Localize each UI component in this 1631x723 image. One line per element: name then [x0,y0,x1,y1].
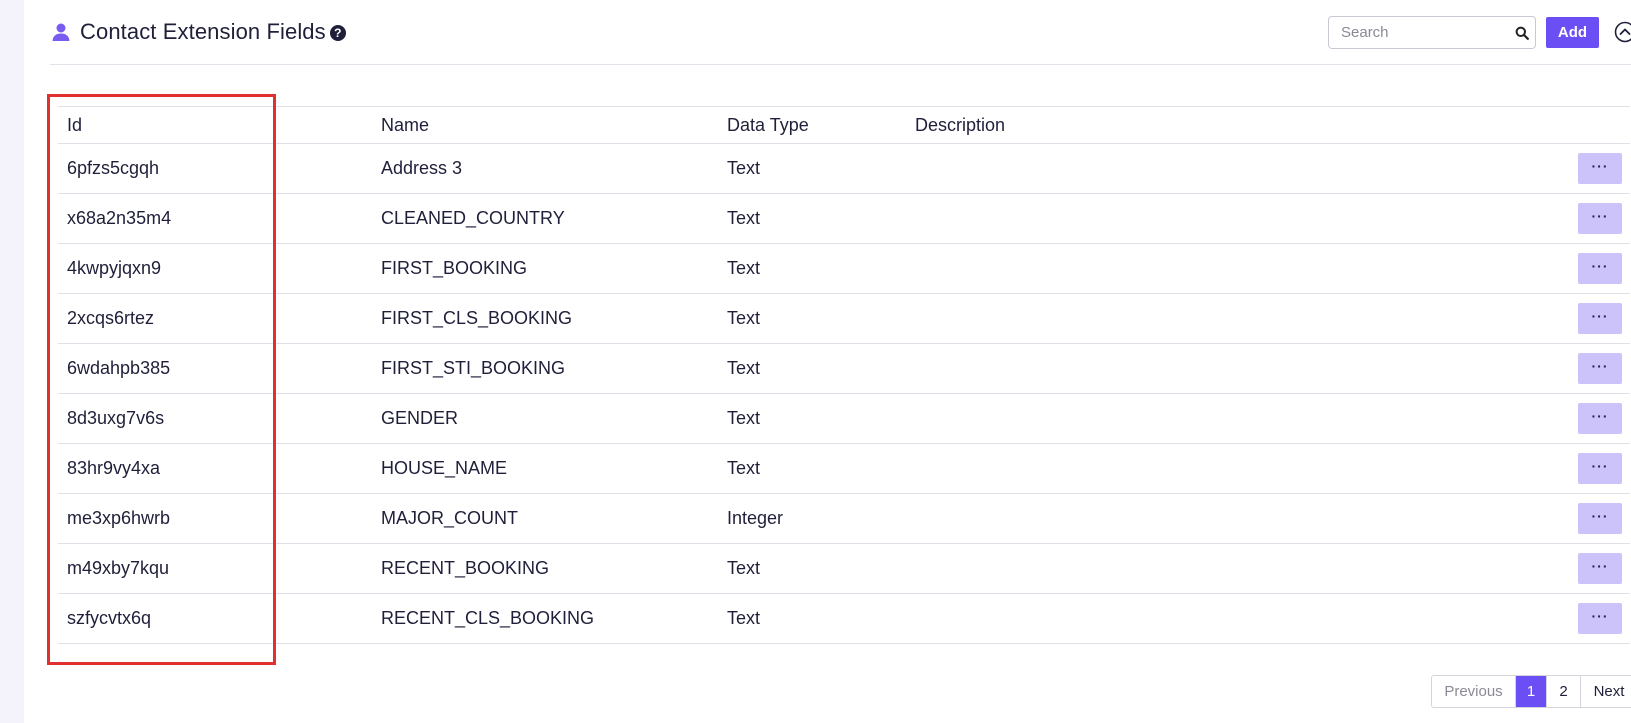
column-header-name[interactable]: Name [381,107,429,143]
fields-table: Id Name Data Type Description 6pfzs5cgqh… [58,106,1630,644]
search-icon[interactable] [1515,26,1529,40]
row-id: szfycvtx6q [67,608,152,628]
column-header-id[interactable]: Id [67,107,82,143]
add-button[interactable]: Add [1546,17,1599,48]
search-input[interactable] [1329,23,1513,42]
row-actions-button[interactable]: ··· [1578,253,1622,284]
row-name: FIRST_BOOKING [381,258,528,278]
table-row: 6wdahpb385 FIRST_STI_BOOKING Text ··· [58,344,1630,394]
page-button-1[interactable]: 1 [1516,676,1547,707]
row-data-type: Text [727,608,761,628]
row-data-type: Text [727,408,761,428]
row-id: 6wdahpb385 [67,358,171,378]
table-row: 8d3uxg7v6s GENDER Text ··· [58,394,1630,444]
row-data-type: Integer [727,508,784,528]
row-id: x68a2n35m4 [67,208,172,228]
row-name: CLEANED_COUNTRY [381,208,565,228]
table-row: x68a2n35m4 CLEANED_COUNTRY Text ··· [58,194,1630,244]
row-actions-button[interactable]: ··· [1578,603,1622,634]
row-data-type: Text [727,558,761,578]
page-title: Contact Extension Fields [80,19,326,44]
page-button-2[interactable]: 2 [1547,676,1581,707]
table-row: 6pfzs5cgqh Address 3 Text ··· [58,144,1630,194]
column-header-description[interactable]: Description [915,107,1005,143]
row-data-type: Text [727,358,761,378]
table-row: 2xcqs6rtez FIRST_CLS_BOOKING Text ··· [58,294,1630,344]
pagination: Previous 1 2 Next [1431,675,1631,708]
row-name: Address 3 [381,158,463,178]
row-id: 8d3uxg7v6s [67,408,165,428]
row-actions-button[interactable]: ··· [1578,453,1622,484]
next-page-button[interactable]: Next [1581,676,1631,707]
row-actions-button[interactable]: ··· [1578,153,1622,184]
previous-page-button[interactable]: Previous [1432,676,1516,707]
row-id: 83hr9vy4xa [67,458,161,478]
row-actions-button[interactable]: ··· [1578,353,1622,384]
row-name: FIRST_CLS_BOOKING [381,308,573,328]
row-data-type: Text [727,258,761,278]
chevron-up-circle-icon[interactable] [1614,21,1631,43]
table-row: 83hr9vy4xa HOUSE_NAME Text ··· [58,444,1630,494]
row-actions-button[interactable]: ··· [1578,503,1622,534]
row-name: RECENT_BOOKING [381,558,550,578]
row-id: 6pfzs5cgqh [67,158,160,178]
row-name: GENDER [381,408,459,428]
table-header-row: Id Name Data Type Description [58,106,1630,144]
panel-header: Contact Extension Fields ? [50,14,346,50]
column-header-data-type[interactable]: Data Type [727,107,809,143]
row-name: FIRST_STI_BOOKING [381,358,566,378]
contact-extension-fields-panel: Contact Extension Fields ? Add Id Name D… [0,0,1631,723]
row-actions-button[interactable]: ··· [1578,203,1622,234]
table-row: szfycvtx6q RECENT_CLS_BOOKING Text ··· [58,594,1630,644]
row-data-type: Text [727,208,761,228]
row-actions-button[interactable]: ··· [1578,303,1622,334]
question-circle-icon[interactable]: ? [329,25,346,41]
row-name: MAJOR_COUNT [381,508,519,528]
row-actions-button[interactable]: ··· [1578,403,1622,434]
search-box [1328,16,1536,49]
table-row: 4kwpyjqxn9 FIRST_BOOKING Text ··· [58,244,1630,294]
row-name: HOUSE_NAME [381,458,508,478]
row-data-type: Text [727,458,761,478]
row-actions-button[interactable]: ··· [1578,553,1622,584]
row-id: m49xby7kqu [67,558,170,578]
row-data-type: Text [727,158,761,178]
table-row: me3xp6hwrb MAJOR_COUNT Integer ··· [58,494,1630,544]
row-id: me3xp6hwrb [67,508,171,528]
table-row: m49xby7kqu RECENT_BOOKING Text ··· [58,544,1630,594]
row-name: RECENT_CLS_BOOKING [381,608,595,628]
row-data-type: Text [727,308,761,328]
row-id: 4kwpyjqxn9 [67,258,162,278]
user-icon [52,23,70,41]
header-divider [50,64,1631,65]
row-id: 2xcqs6rtez [67,308,155,328]
